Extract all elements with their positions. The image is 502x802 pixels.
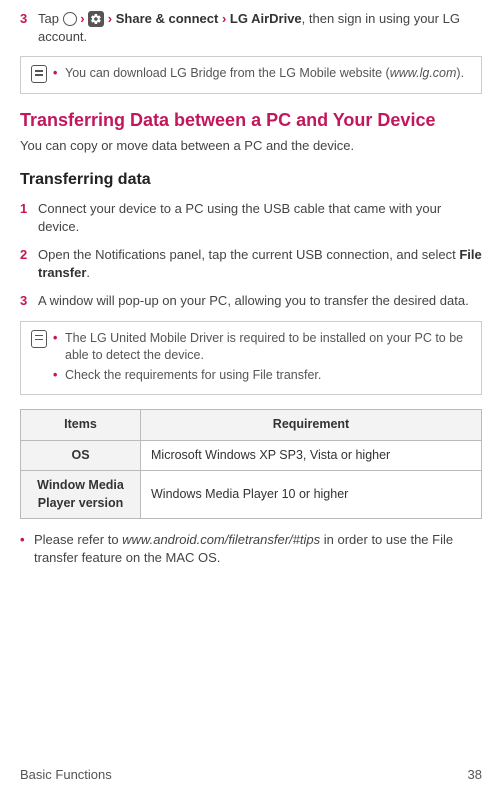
note-content: • You can download LG Bridge from the LG… <box>53 65 471 85</box>
step-3-airdrive: 3 Tap › › Share & connect › LG AirDrive,… <box>20 10 482 46</box>
note-box-lg-bridge: • You can download LG Bridge from the LG… <box>20 56 482 94</box>
table-row: Window Media Player version Windows Medi… <box>21 471 482 519</box>
bullet-icon: • <box>53 367 65 385</box>
bullet-icon: • <box>53 65 65 83</box>
table-cell-label: Window Media Player version <box>21 471 141 519</box>
intro-text: You can copy or move data between a PC a… <box>20 137 482 155</box>
text-fragment: Open the Notifications panel, tap the cu… <box>38 247 459 262</box>
note-item: • The LG United Mobile Driver is require… <box>53 330 471 365</box>
text-fragment: You can download LG Bridge from the LG M… <box>65 66 390 80</box>
footer-section: Basic Functions <box>20 766 112 784</box>
apps-icon <box>63 12 77 26</box>
text-fragment: ). <box>456 66 464 80</box>
table-header-items: Items <box>21 410 141 441</box>
text-fragment: Please refer to <box>34 532 122 547</box>
bullet-icon: • <box>53 330 65 365</box>
subsection-title: Transferring data <box>20 169 482 191</box>
note-box-driver: • The LG United Mobile Driver is require… <box>20 321 482 396</box>
step-number: 1 <box>20 200 38 236</box>
step-2: 2 Open the Notifications panel, tap the … <box>20 246 482 282</box>
step-number: 2 <box>20 246 38 282</box>
table-row: OS Microsoft Windows XP SP3, Vista or hi… <box>21 440 482 471</box>
table-header-row: Items Requirement <box>21 410 482 441</box>
note-icon <box>31 330 53 387</box>
step-text: Tap › › Share & connect › LG AirDrive, t… <box>38 10 482 46</box>
step-text: Open the Notifications panel, tap the cu… <box>38 246 482 282</box>
bullet-text: Please refer to www.android.com/filetran… <box>34 531 482 567</box>
step-number: 3 <box>20 292 38 310</box>
step-3: 3 A window will pop-up on your PC, allow… <box>20 292 482 310</box>
note-item: • Check the requirements for using File … <box>53 367 471 385</box>
note-content: • The LG United Mobile Driver is require… <box>53 330 471 387</box>
note-text: You can download LG Bridge from the LG M… <box>65 65 471 83</box>
bullet-mac: • Please refer to www.android.com/filetr… <box>20 531 482 567</box>
url-text: www.android.com/filetransfer/#tips <box>122 532 320 547</box>
note-item: • You can download LG Bridge from the LG… <box>53 65 471 83</box>
section-title: Transferring Data between a PC and Your … <box>20 108 482 133</box>
bullet-icon: • <box>20 531 34 567</box>
table-header-requirement: Requirement <box>141 410 482 441</box>
table-cell-value: Microsoft Windows XP SP3, Vista or highe… <box>141 440 482 471</box>
breadcrumb-separator: › <box>222 11 230 26</box>
table-cell-label: OS <box>21 440 141 471</box>
footer-page-number: 38 <box>468 766 482 784</box>
url-text: www.lg.com <box>390 66 457 80</box>
breadcrumb-separator: › <box>80 11 88 26</box>
note-text: The LG United Mobile Driver is required … <box>65 330 471 365</box>
step-1: 1 Connect your device to a PC using the … <box>20 200 482 236</box>
step-text: Connect your device to a PC using the US… <box>38 200 482 236</box>
breadcrumb-separator: › <box>108 11 116 26</box>
note-icon <box>31 65 53 85</box>
text-fragment: Tap <box>38 11 63 26</box>
step-text: A window will pop-up on your PC, allowin… <box>38 292 482 310</box>
note-text: Check the requirements for using File tr… <box>65 367 471 385</box>
requirements-table: Items Requirement OS Microsoft Windows X… <box>20 409 482 519</box>
page-footer: Basic Functions 38 <box>20 766 482 784</box>
text-fragment: . <box>86 265 90 280</box>
menu-path-share-connect: Share & connect <box>116 11 219 26</box>
menu-path-lg-airdrive: LG AirDrive <box>230 11 302 26</box>
settings-icon <box>88 11 104 27</box>
step-number: 3 <box>20 10 38 46</box>
table-cell-value: Windows Media Player 10 or higher <box>141 471 482 519</box>
